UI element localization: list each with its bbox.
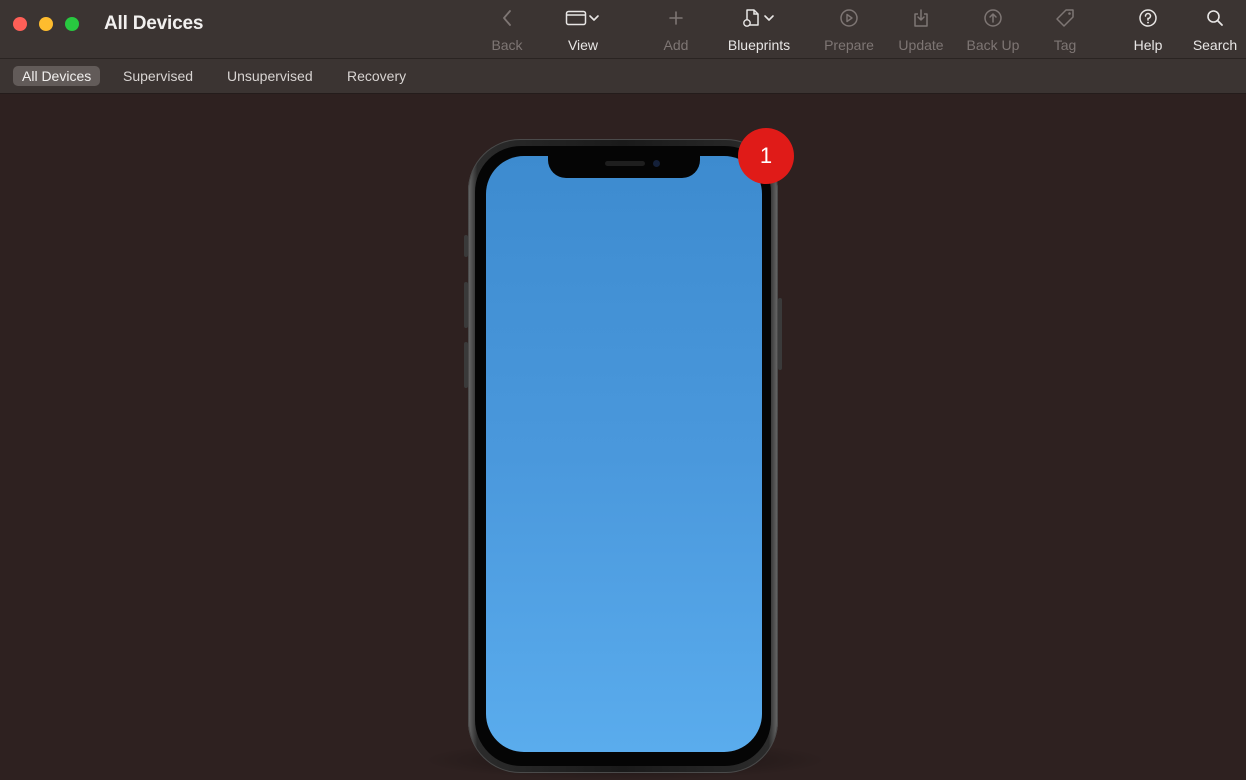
prepare-button[interactable]: Prepare: [814, 6, 884, 56]
back-label: Back: [491, 37, 523, 53]
device-notch: [548, 156, 700, 178]
blueprint-document-icon: [742, 8, 762, 28]
search-label: Search: [1192, 37, 1238, 53]
tab-recovery[interactable]: Recovery: [338, 66, 415, 86]
backup-icon: [958, 6, 1028, 30]
chevron-down-icon: [587, 13, 601, 23]
window-icon: [565, 9, 587, 27]
update-label: Update: [898, 37, 944, 53]
earpiece-speaker: [605, 161, 645, 166]
blueprints-button[interactable]: Blueprints: [714, 6, 804, 56]
tab-supervised[interactable]: Supervised: [114, 66, 202, 86]
power-button: [778, 298, 782, 370]
window-toolbar: All Devices Back View Add Blueprints Pre…: [0, 0, 1246, 59]
prepare-icon: [814, 6, 884, 30]
tag-icon: [1030, 6, 1100, 30]
add-label: Add: [663, 37, 689, 53]
device-bezel: [475, 146, 771, 766]
device-screen: [486, 156, 762, 752]
close-window-button[interactable]: [13, 17, 27, 31]
view-button[interactable]: View: [548, 6, 618, 56]
tag-label: Tag: [1053, 37, 1077, 53]
help-button[interactable]: Help: [1113, 6, 1183, 56]
filter-tab-bar: All Devices Supervised Unsupervised Reco…: [0, 59, 1246, 94]
search-button[interactable]: Search: [1180, 6, 1246, 56]
update-button[interactable]: Update: [886, 6, 956, 56]
chevron-left-icon: [472, 6, 542, 30]
front-camera: [653, 160, 660, 167]
blueprints-label: Blueprints: [727, 37, 791, 53]
back-up-label: Back Up: [966, 37, 1020, 53]
back-up-button[interactable]: Back Up: [958, 6, 1028, 56]
chevron-down-icon: [762, 13, 776, 23]
add-button[interactable]: Add: [641, 6, 711, 56]
zoom-window-button[interactable]: [65, 17, 79, 31]
prepare-label: Prepare: [824, 37, 874, 53]
view-label: View: [567, 37, 599, 53]
help-label: Help: [1133, 37, 1163, 53]
plus-icon: [641, 6, 711, 30]
tab-all-devices[interactable]: All Devices: [13, 66, 101, 86]
iphone-device[interactable]: [468, 139, 778, 773]
tab-unsupervised[interactable]: Unsupervised: [218, 66, 322, 86]
back-button[interactable]: Back: [472, 6, 542, 56]
minimize-window-button[interactable]: [39, 17, 53, 31]
device-badge: 1: [738, 128, 794, 184]
window-title: All Devices: [104, 13, 204, 34]
update-icon: [886, 6, 956, 30]
magnifier-icon: [1180, 6, 1246, 30]
question-circle-icon: [1113, 6, 1183, 30]
tag-button[interactable]: Tag: [1030, 6, 1100, 56]
